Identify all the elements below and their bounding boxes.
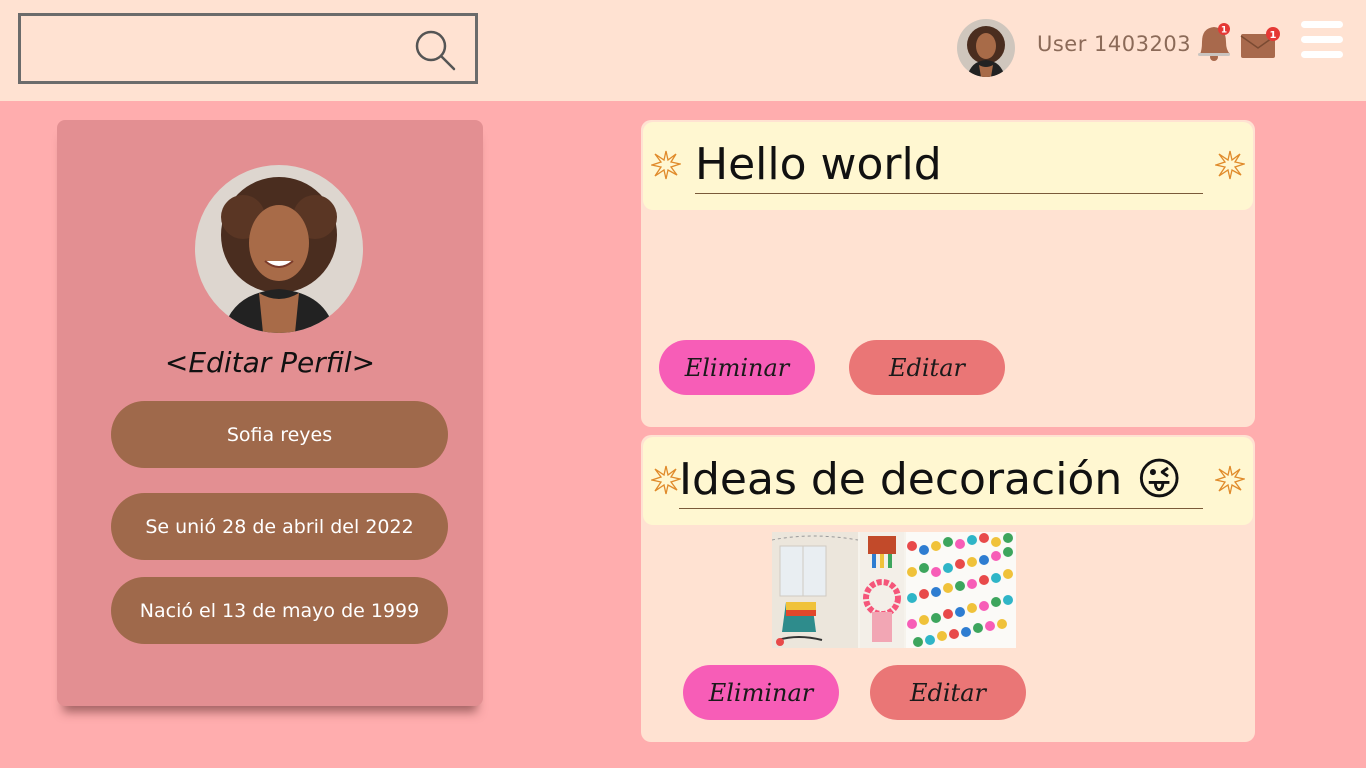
menu-button[interactable] <box>1300 20 1344 60</box>
hamburger-menu-icon <box>1301 21 1343 58</box>
notification-badge: 1 <box>1221 26 1227 36</box>
edit-profile-link[interactable]: <Editar Perfil> <box>57 346 483 379</box>
top-bar: User 1403203 1 1 <box>0 0 1366 101</box>
bell-icon: 1 <box>1198 23 1230 61</box>
delete-button[interactable]: Eliminar <box>683 665 839 720</box>
messages-button[interactable]: 1 <box>1240 26 1282 60</box>
sparkle-icon <box>1215 150 1245 180</box>
profile-name: Sofia reyes <box>111 401 448 468</box>
mail-icon: 1 <box>1240 27 1280 58</box>
post-image[interactable] <box>772 532 1016 648</box>
username[interactable]: User 1403203 <box>1037 32 1191 56</box>
delete-button[interactable]: Eliminar <box>659 340 815 395</box>
message-badge: 1 <box>1270 30 1277 41</box>
search-input[interactable] <box>18 13 478 84</box>
sparkle-icon <box>651 150 681 180</box>
profile-avatar <box>195 165 363 333</box>
post-card: Hello world Eliminar Editar <box>641 120 1255 427</box>
profile-birth-date: Nació el 13 de mayo de 1999 <box>111 577 448 644</box>
profile-card: <Editar Perfil> Sofia reyes Se unió 28 d… <box>57 120 483 706</box>
post-header: Hello world <box>643 122 1253 210</box>
post-title: Ideas de decoración 😜 <box>679 451 1203 509</box>
post-header: Ideas de decoración 😜 <box>643 437 1253 525</box>
edit-button[interactable]: Editar <box>849 340 1005 395</box>
profile-joined-date: Se unió 28 de abril del 2022 <box>111 493 448 560</box>
avatar[interactable] <box>957 19 1015 77</box>
post-title: Hello world <box>695 136 1203 194</box>
notifications-button[interactable]: 1 <box>1194 20 1234 62</box>
sparkle-icon <box>651 465 681 495</box>
post-card: Ideas de decoración 😜 Eliminar Editar <box>641 435 1255 742</box>
edit-button[interactable]: Editar <box>870 665 1026 720</box>
sparkle-icon <box>1215 465 1245 495</box>
search-icon[interactable] <box>413 28 457 72</box>
